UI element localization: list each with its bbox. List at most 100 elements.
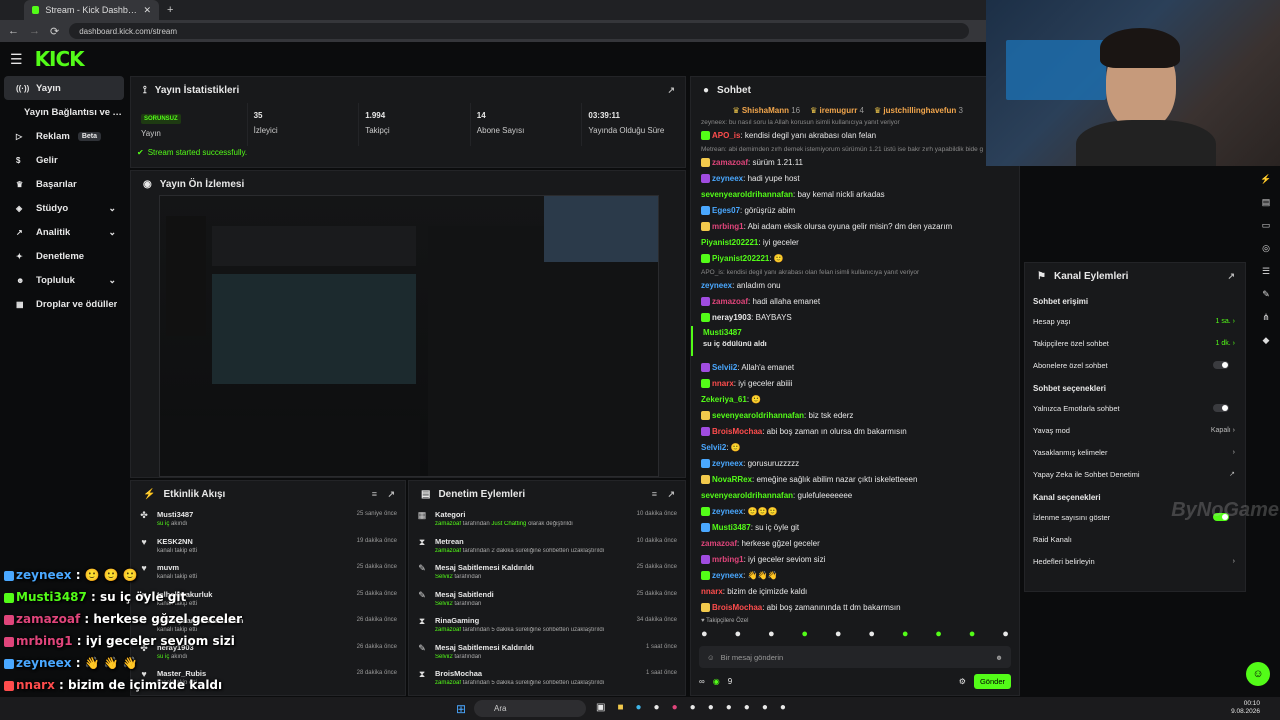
filter-icon[interactable]: ≡: [652, 489, 657, 499]
chat-username[interactable]: sevenyearoldrihannafan: [701, 190, 793, 199]
settings-icon[interactable]: ⚙: [959, 677, 966, 686]
browser-tab[interactable]: Stream - Kick Dashboard ✕: [24, 0, 159, 20]
edge-icon[interactable]: ●: [636, 702, 642, 713]
app-icon[interactable]: ●: [690, 702, 696, 713]
account-age-setting[interactable]: Hesap yaşı 1 sa. ›: [1025, 310, 1245, 332]
emote-icon[interactable]: ●: [768, 628, 775, 642]
chat-username[interactable]: mrbing1: [712, 555, 744, 564]
external-link-icon[interactable]: ↗: [667, 85, 675, 96]
chat-username[interactable]: nnarx: [701, 587, 723, 596]
chat-username[interactable]: zeyneex: [701, 281, 732, 290]
folder-icon[interactable]: ■: [617, 702, 623, 713]
close-tab-icon[interactable]: ✕: [143, 5, 151, 16]
raid-channel-setting[interactable]: Raid Kanalı: [1025, 528, 1245, 550]
chat-username[interactable]: BroisMochaa: [712, 603, 762, 612]
app-icon[interactable]: ●: [654, 702, 660, 713]
chat-username[interactable]: nnarx: [712, 379, 734, 388]
app-icon[interactable]: ▣: [596, 702, 605, 713]
app-icon[interactable]: ●: [672, 702, 678, 713]
emoji-picker-icon[interactable]: ☻: [995, 653, 1003, 662]
chat-bubble-icon[interactable]: ▭: [1259, 220, 1273, 234]
kick-logo[interactable]: KICK: [35, 47, 85, 71]
preview-video[interactable]: [159, 195, 659, 477]
sidebar-item-4[interactable]: ♛ Başarılar: [4, 172, 124, 196]
chat-username[interactable]: Musti3487: [712, 523, 751, 532]
smile-icon[interactable]: ☺: [707, 653, 715, 662]
sidebar-item-9[interactable]: ▦ Droplar ve ödüller: [4, 292, 124, 316]
subs-chat-toggle[interactable]: [1213, 361, 1229, 369]
sidebar-item-0[interactable]: ((·)) Yayın: [4, 76, 124, 100]
url-field[interactable]: dashboard.kick.com/stream: [69, 23, 970, 39]
floating-chat-button[interactable]: ☺: [1246, 662, 1270, 686]
share-icon[interactable]: ⋔: [1259, 312, 1273, 326]
top-gifter[interactable]: ♛ ShishaMann 16: [732, 106, 800, 115]
new-tab-icon[interactable]: +: [167, 4, 173, 16]
chat-username[interactable]: Eges07: [712, 206, 740, 215]
chat-username[interactable]: zeyneex: [712, 507, 743, 516]
chat-username[interactable]: NovaRRex: [712, 475, 752, 484]
taskbar-search[interactable]: Ara: [474, 700, 586, 717]
chat-username[interactable]: Piyanist202221: [712, 254, 769, 263]
emote-icon[interactable]: ●: [868, 628, 875, 642]
chat-username[interactable]: mrbing1: [712, 222, 744, 231]
app-icon[interactable]: ●: [780, 702, 786, 713]
app-icon[interactable]: ●: [762, 702, 768, 713]
sidebar-item-6[interactable]: ↗ Analitik ⌄: [4, 220, 124, 244]
emote-icon[interactable]: ●: [902, 628, 909, 642]
menu-icon[interactable]: ☰: [10, 51, 23, 68]
chat-username[interactable]: zeyneex: [712, 571, 743, 580]
top-gifter[interactable]: ♛ justchillinghavefun 3: [874, 106, 963, 115]
top-gifter[interactable]: ♛ iremugurr 4: [810, 106, 864, 115]
emote-icon[interactable]: ●: [701, 628, 708, 642]
broadcast-icon[interactable]: ◎: [1259, 243, 1273, 257]
app-icon[interactable]: ●: [726, 702, 732, 713]
followers-chat-setting[interactable]: Takipçilere özel sohbet 1 dk. ›: [1025, 332, 1245, 354]
windows-start-icon[interactable]: ⊞: [456, 702, 466, 716]
goals-setting[interactable]: Hedefleri belirleyin ›: [1025, 550, 1245, 572]
emote-icon[interactable]: ●: [734, 628, 741, 642]
external-link-icon[interactable]: ↗: [387, 489, 395, 500]
tag-icon[interactable]: ◆: [1259, 335, 1273, 349]
chat-username[interactable]: BroisMochaa: [712, 427, 762, 436]
filter-icon[interactable]: ≡: [372, 489, 377, 499]
send-button[interactable]: Gönder: [973, 674, 1011, 689]
sidebar-item-3[interactable]: $ Gelir: [4, 148, 124, 172]
chat-username[interactable]: Selvii2: [712, 363, 737, 372]
chat-input[interactable]: ☺ Bir mesaj gönderin ☻: [699, 646, 1011, 668]
chat-username[interactable]: Piyanist202221: [701, 238, 758, 247]
external-link-icon[interactable]: ↗: [1227, 271, 1235, 282]
chrome-icon[interactable]: ●: [708, 702, 714, 713]
emote-icon[interactable]: ●: [935, 628, 942, 642]
chat-username[interactable]: zeyneex: [712, 459, 743, 468]
reload-icon[interactable]: ⟳: [50, 25, 59, 38]
emote-icon[interactable]: ●: [835, 628, 842, 642]
sidebar-item-2[interactable]: ▷ Reklam Beta: [4, 124, 124, 148]
chat-username[interactable]: Zekeriya_61: [701, 395, 747, 404]
document-icon[interactable]: ▤: [1259, 197, 1273, 211]
slow-mode-setting[interactable]: Yavaş mod Kapalı ›: [1025, 419, 1245, 441]
external-link-icon[interactable]: ↗: [667, 489, 675, 500]
chat-username[interactable]: sevenyearoldrihannafan: [712, 411, 804, 420]
emote-only-toggle[interactable]: [1213, 404, 1229, 412]
chat-username[interactable]: zeyneex: [712, 174, 743, 183]
emote-icon[interactable]: ●: [969, 628, 976, 642]
forward-icon[interactable]: →: [29, 25, 40, 37]
chat-username[interactable]: APO_is: [712, 131, 740, 140]
chat-username[interactable]: zamazoaf: [712, 158, 748, 167]
list-icon[interactable]: ☰: [1259, 266, 1273, 280]
sidebar-item-7[interactable]: ✦ Denetleme: [4, 244, 124, 268]
banned-words-setting[interactable]: Yasaklanmış kelimeler ›: [1025, 441, 1245, 463]
sidebar-item-5[interactable]: ◈ Stüdyo ⌄: [4, 196, 124, 220]
app-icon[interactable]: ●: [744, 702, 750, 713]
chat-username[interactable]: sevenyearoldrihannafan: [701, 491, 793, 500]
back-icon[interactable]: ←: [8, 25, 19, 37]
sidebar-item-1[interactable]: Yayın Bağlantısı ve Anahtarı: [4, 100, 124, 124]
infinity-icon[interactable]: ∞: [699, 677, 705, 686]
ai-moderation-setting[interactable]: Yapay Zeka ile Sohbet Denetimi ↗: [1025, 463, 1245, 485]
chat-username[interactable]: neray1903: [712, 313, 751, 322]
chat-username[interactable]: zamazoaf: [712, 297, 748, 306]
chat-username[interactable]: zamazoaf: [701, 539, 737, 548]
lightning-icon[interactable]: ⚡: [1259, 174, 1273, 188]
sidebar-item-8[interactable]: ☻ Topluluk ⌄: [4, 268, 124, 292]
emote-icon[interactable]: ●: [1002, 628, 1009, 642]
